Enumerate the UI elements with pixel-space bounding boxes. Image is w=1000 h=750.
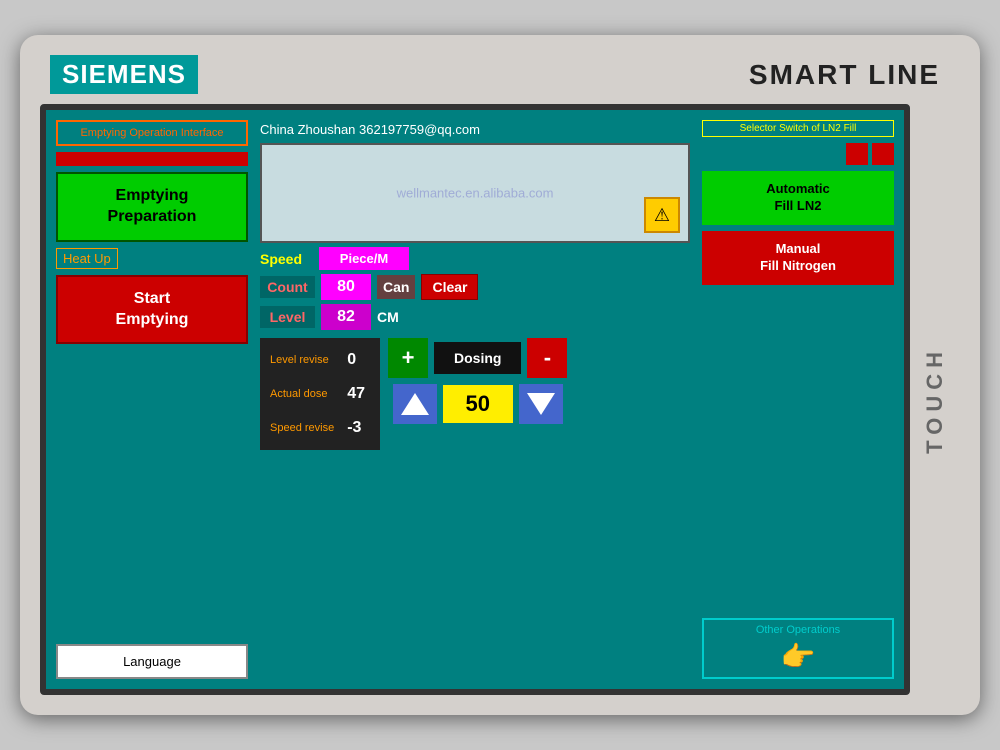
level-revise-label: Level revise (270, 349, 339, 371)
speed-value: Piece/M (319, 247, 409, 270)
count-value: 80 (321, 274, 371, 300)
language-button[interactable]: Language (56, 644, 248, 679)
cm-label: CM (377, 309, 399, 325)
start-emptying-button[interactable]: StartEmptying (56, 275, 248, 345)
dosing-top-row: + Dosing - (388, 338, 567, 378)
revise-grid: Level revise 0 Actual dose 47 Speed revi… (270, 344, 370, 444)
screen-wrapper: Emptying Operation Interface EmptyingPre… (40, 104, 910, 695)
dosing-label: Dosing (434, 342, 521, 374)
actual-dose-label: Actual dose (270, 383, 339, 405)
center-panel: China Zhoushan 362197759@qq.com wellmant… (256, 116, 694, 683)
dosing-controls: + Dosing - 50 (388, 338, 567, 450)
emptying-prep-button[interactable]: EmptyingPreparation (56, 172, 248, 242)
revise-box: Level revise 0 Actual dose 47 Speed revi… (260, 338, 380, 450)
red-indicator (846, 143, 868, 165)
level-label: Level (260, 306, 315, 328)
arrow-down-button[interactable] (519, 384, 563, 424)
level-value: 82 (321, 304, 371, 330)
manual-fill-button[interactable]: ManualFill Nitrogen (702, 231, 894, 285)
red-indicator2 (872, 143, 894, 165)
dosing-bottom-row: 50 (393, 384, 563, 424)
clear-button[interactable]: Clear (421, 274, 478, 300)
triangle-up-icon (401, 393, 429, 415)
dosing-value: 50 (443, 385, 513, 423)
actual-dose-value: 47 (347, 378, 370, 410)
arrow-up-button[interactable] (393, 384, 437, 424)
plus-button[interactable]: + (388, 338, 428, 378)
touch-label: TOUCH (922, 346, 948, 454)
emptying-op-box: Emptying Operation Interface (56, 120, 248, 146)
screen: Emptying Operation Interface EmptyingPre… (52, 116, 898, 683)
right-panel: Selector Switch of LN2 Fill AutomaticFil… (698, 116, 898, 683)
speed-revise-value: -3 (347, 412, 370, 444)
device-header: SIEMENS SMART LINE (40, 55, 960, 104)
speed-row: Speed Piece/M (260, 247, 690, 270)
bottom-center: Level revise 0 Actual dose 47 Speed revi… (260, 334, 690, 454)
left-panel: Emptying Operation Interface EmptyingPre… (52, 116, 252, 683)
hand-pointer-icon[interactable]: 👉 (781, 640, 816, 673)
count-row: Count 80 Can Clear (260, 274, 690, 300)
selector-label: Selector Switch of LN2 Fill (702, 120, 894, 137)
siemens-logo: SIEMENS (50, 55, 198, 94)
center-header: China Zhoushan 362197759@qq.com (260, 120, 690, 139)
can-label: Can (377, 275, 415, 299)
level-revise-value: 0 (347, 344, 370, 376)
auto-fill-button[interactable]: AutomaticFill LN2 (702, 171, 894, 225)
other-ops-section: Other Operations 👉 (702, 618, 894, 679)
speed-label: Speed (260, 251, 315, 267)
red-bar (56, 152, 248, 166)
display-box: wellmantec.en.alibaba.com ⚠ (260, 143, 690, 243)
device-body: Emptying Operation Interface EmptyingPre… (40, 104, 960, 695)
count-label: Count (260, 276, 315, 298)
watermark-text: wellmantec.en.alibaba.com (397, 186, 554, 201)
speed-revise-label: Speed revise (270, 417, 339, 439)
warning-icon: ⚠ (644, 197, 680, 233)
heat-up-label: Heat Up (56, 248, 118, 269)
triangle-down-icon (527, 393, 555, 415)
other-ops-label: Other Operations (756, 624, 840, 636)
minus-button[interactable]: - (527, 338, 567, 378)
device-outer: SIEMENS SMART LINE Emptying Operation In… (20, 35, 980, 715)
level-row: Level 82 CM (260, 304, 690, 330)
smart-line-label: SMART LINE (749, 59, 940, 91)
